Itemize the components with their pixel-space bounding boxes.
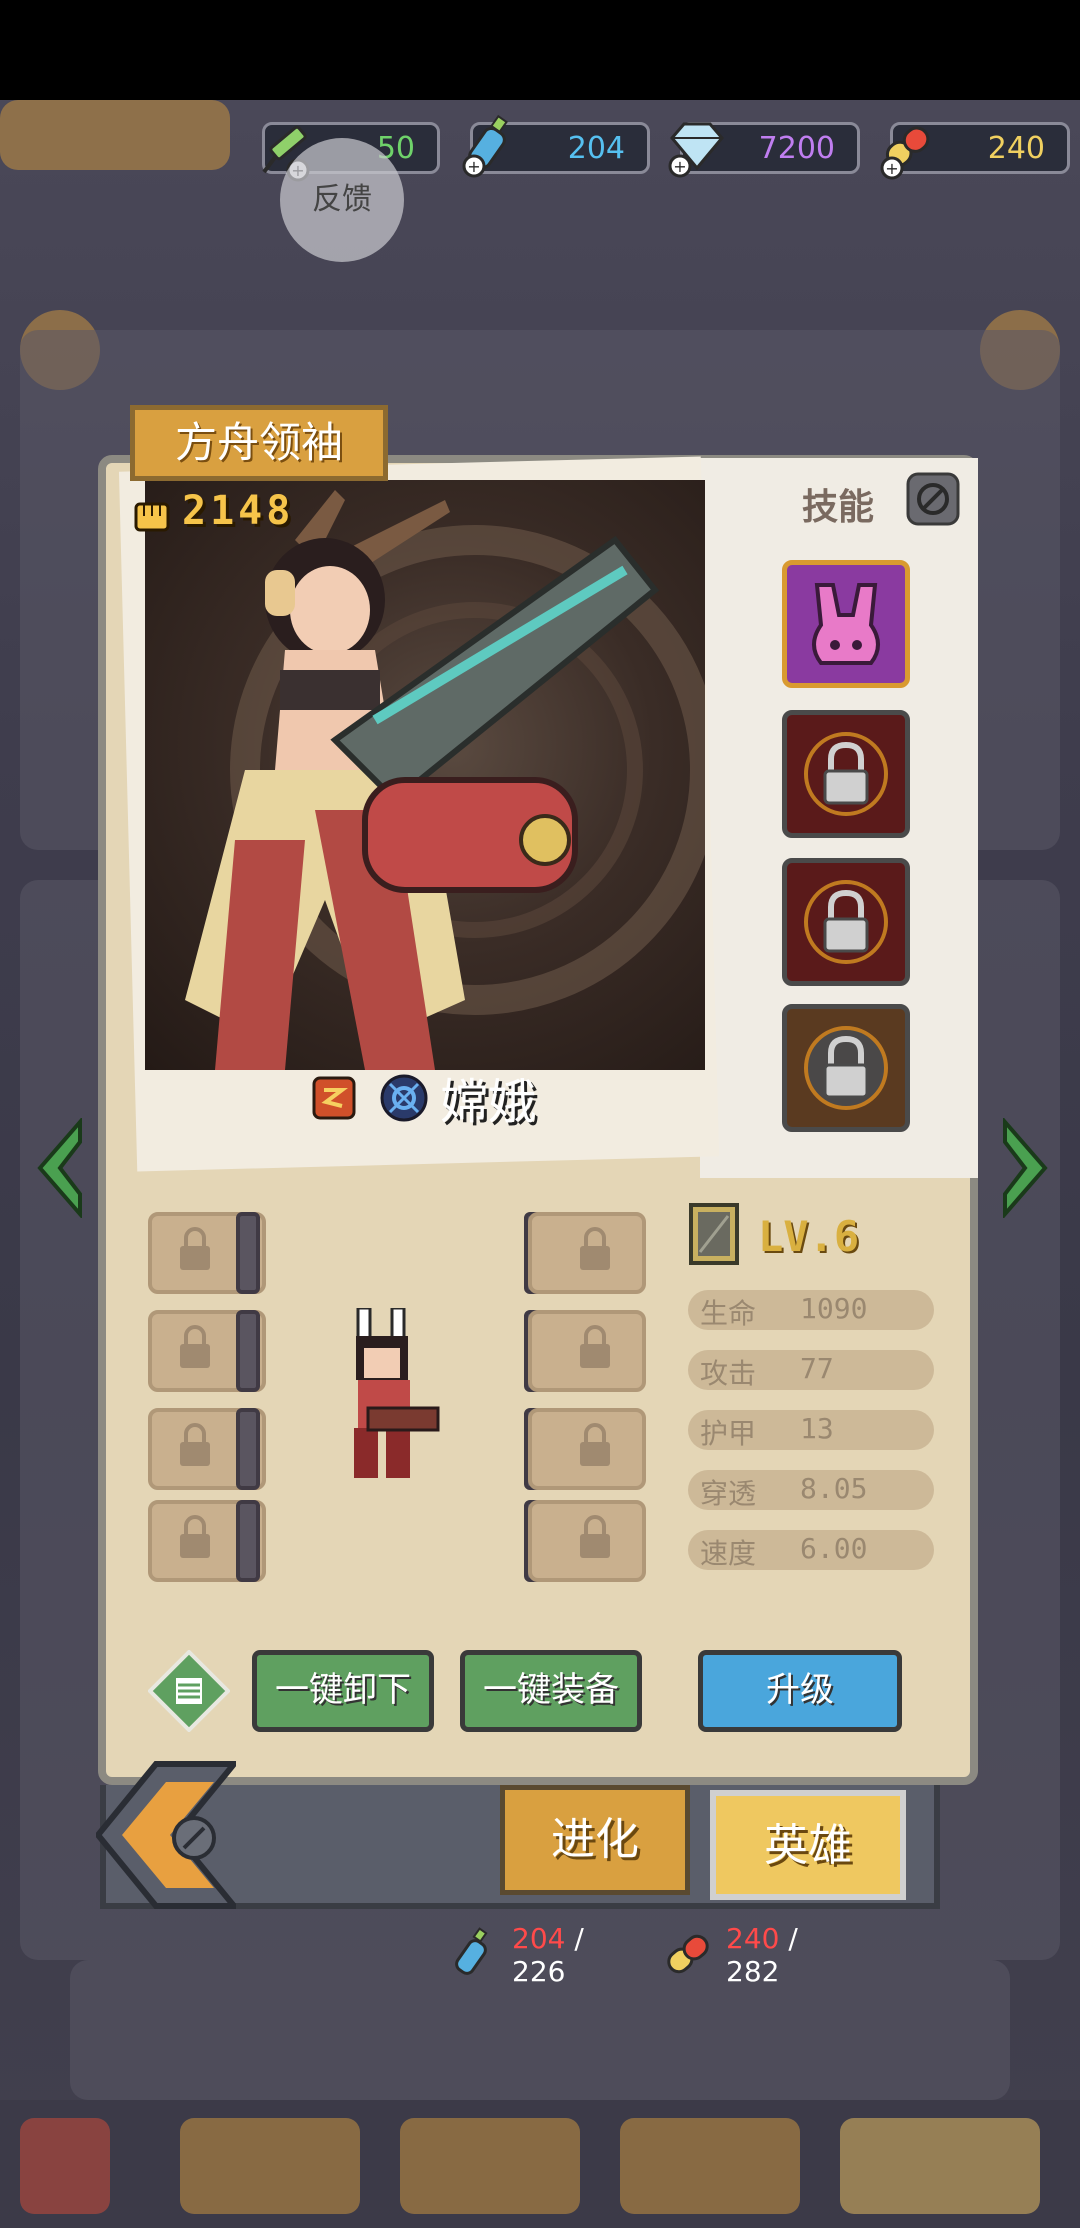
back-button[interactable] [96, 1760, 236, 1910]
stat-value: 1090 [800, 1292, 868, 1325]
bottle-icon [455, 1927, 488, 1975]
capsule-icon [667, 1934, 709, 1974]
tab-evolve[interactable]: 进化 [500, 1785, 690, 1895]
level-book-icon [689, 1203, 739, 1265]
nav-button-blur [840, 2118, 1040, 2214]
hero-level: LV.6 [758, 1212, 860, 1261]
lock-icon [580, 1423, 610, 1466]
stat-row-attack: 攻击 77 [688, 1350, 934, 1390]
lock-icon [180, 1515, 210, 1558]
nav-back-blur [20, 2118, 110, 2214]
resource-required: 282 [726, 1955, 780, 1988]
stat-row-armor: 护甲 13 [688, 1410, 934, 1450]
equipment-list-button[interactable] [148, 1650, 230, 1732]
stat-row-speed: 速度 6.00 [688, 1530, 934, 1570]
stat-label: 速度 [700, 1537, 757, 1570]
resource-1: 204 / 226 [512, 1922, 584, 1988]
nav-button-blur [400, 2118, 580, 2214]
nav-button-blur [620, 2118, 800, 2214]
lock-icon [180, 1227, 210, 1270]
unequip-all-button[interactable]: 一键卸下 [252, 1650, 434, 1732]
list-icon [176, 1678, 202, 1704]
nav-button-blur [180, 2118, 360, 2214]
resource-required: 226 [512, 1955, 566, 1988]
hero-sprite [354, 1308, 440, 1478]
resource-current: 204 [512, 1922, 566, 1955]
upgrade-button[interactable]: 升级 [698, 1650, 902, 1732]
stat-label: 生命 [700, 1297, 757, 1330]
resource-current: 240 [726, 1922, 780, 1955]
lock-icon [180, 1423, 210, 1466]
stat-value: 6.00 [800, 1532, 868, 1565]
lock-icon [580, 1325, 610, 1368]
lock-icon [580, 1227, 610, 1270]
lock-icon [180, 1325, 210, 1368]
stat-label: 护甲 [700, 1417, 757, 1450]
equip-all-button[interactable]: 一键装备 [460, 1650, 642, 1732]
tab-hero[interactable]: 英雄 [710, 1790, 906, 1900]
resource-2: 240 / 282 [726, 1922, 798, 1988]
stat-value: 13 [800, 1412, 834, 1445]
stat-value: 77 [800, 1352, 834, 1385]
stat-row-penetration: 穿透 8.05 [688, 1470, 934, 1510]
lock-icon [580, 1515, 610, 1558]
stat-label: 穿透 [700, 1477, 757, 1510]
stat-row-hp: 生命 1090 [688, 1290, 934, 1330]
stat-value: 8.05 [800, 1472, 868, 1505]
stat-label: 攻击 [700, 1357, 757, 1390]
